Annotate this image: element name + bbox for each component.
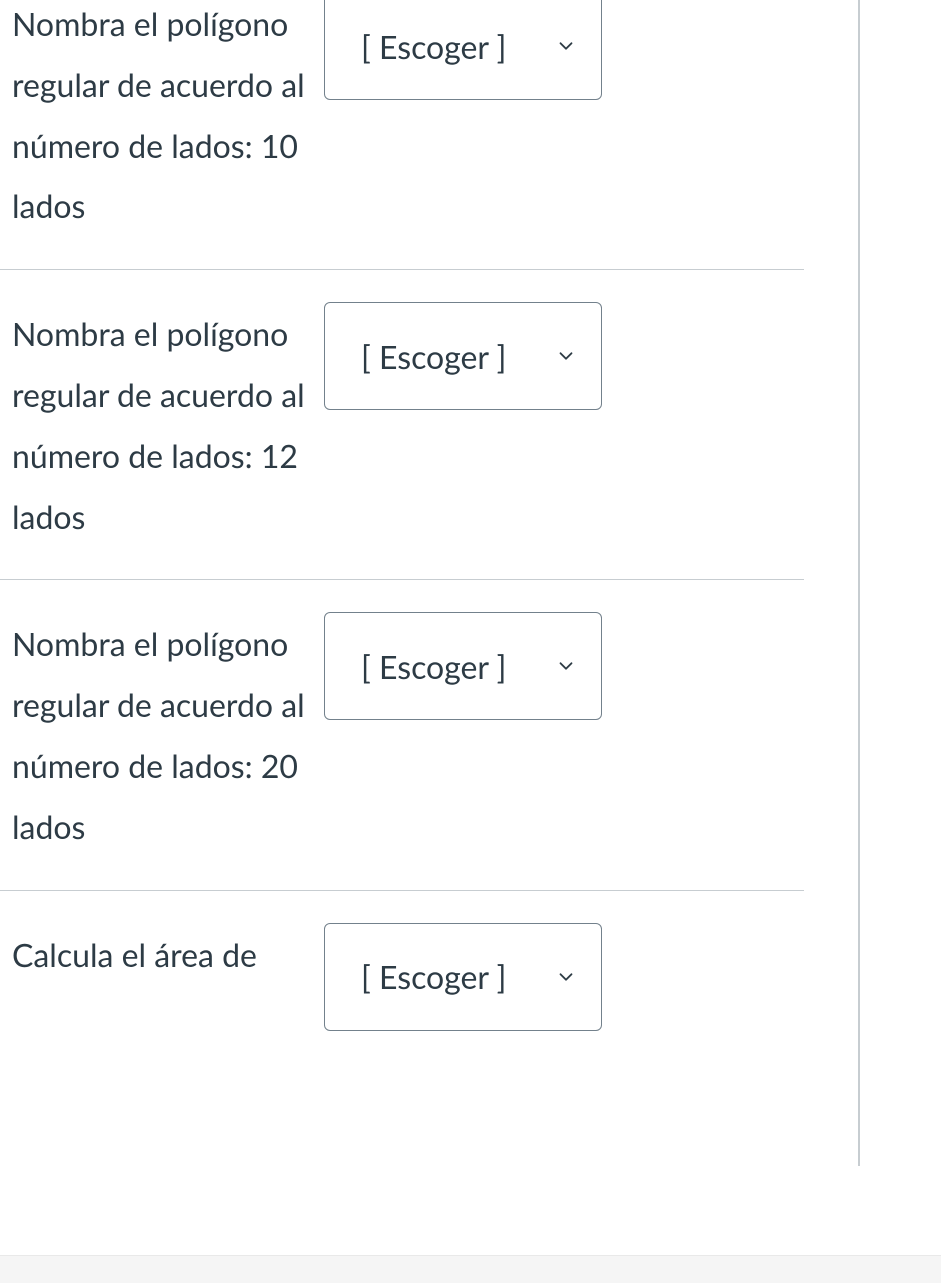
chevron-down-icon	[555, 35, 577, 57]
dropdown-selected-label: [ Escoger ]	[361, 337, 506, 376]
question-prompt: Calcula el área de	[12, 923, 324, 986]
dropdown-selected-label: [ Escoger ]	[361, 647, 506, 686]
question-prompt: Nombra el polígono regular de acuerdo al…	[12, 612, 324, 857]
answer-cell: [ Escoger ]	[324, 0, 602, 100]
answer-dropdown[interactable]: [ Escoger ]	[324, 0, 602, 100]
answer-cell: [ Escoger ]	[324, 612, 602, 720]
dropdown-selected-label: [ Escoger ]	[361, 957, 506, 996]
answer-cell: [ Escoger ]	[324, 923, 602, 1031]
question-panel: Nombra el polígono regular de acuerdo al…	[0, 0, 860, 1166]
question-prompt: Nombra el polígono regular de acuerdo al…	[12, 302, 324, 547]
chevron-down-icon	[555, 345, 577, 367]
question-row: Nombra el polígono regular de acuerdo al…	[0, 0, 804, 270]
dropdown-selected-label: [ Escoger ]	[361, 27, 506, 66]
answer-dropdown[interactable]: [ Escoger ]	[324, 612, 602, 720]
answer-dropdown[interactable]: [ Escoger ]	[324, 302, 602, 410]
question-row: Calcula el área de [ Escoger ]	[0, 891, 804, 1166]
answer-dropdown[interactable]: [ Escoger ]	[324, 923, 602, 1031]
question-list: Nombra el polígono regular de acuerdo al…	[0, 0, 804, 1166]
page-root: Nombra el polígono regular de acuerdo al…	[0, 0, 941, 1283]
question-row: Nombra el polígono regular de acuerdo al…	[0, 580, 804, 890]
answer-cell: [ Escoger ]	[324, 302, 602, 410]
chevron-down-icon	[555, 966, 577, 988]
question-row: Nombra el polígono regular de acuerdo al…	[0, 270, 804, 580]
chevron-down-icon	[555, 655, 577, 677]
question-prompt: Nombra el polígono regular de acuerdo al…	[12, 0, 324, 237]
footer-strip	[0, 1255, 941, 1283]
